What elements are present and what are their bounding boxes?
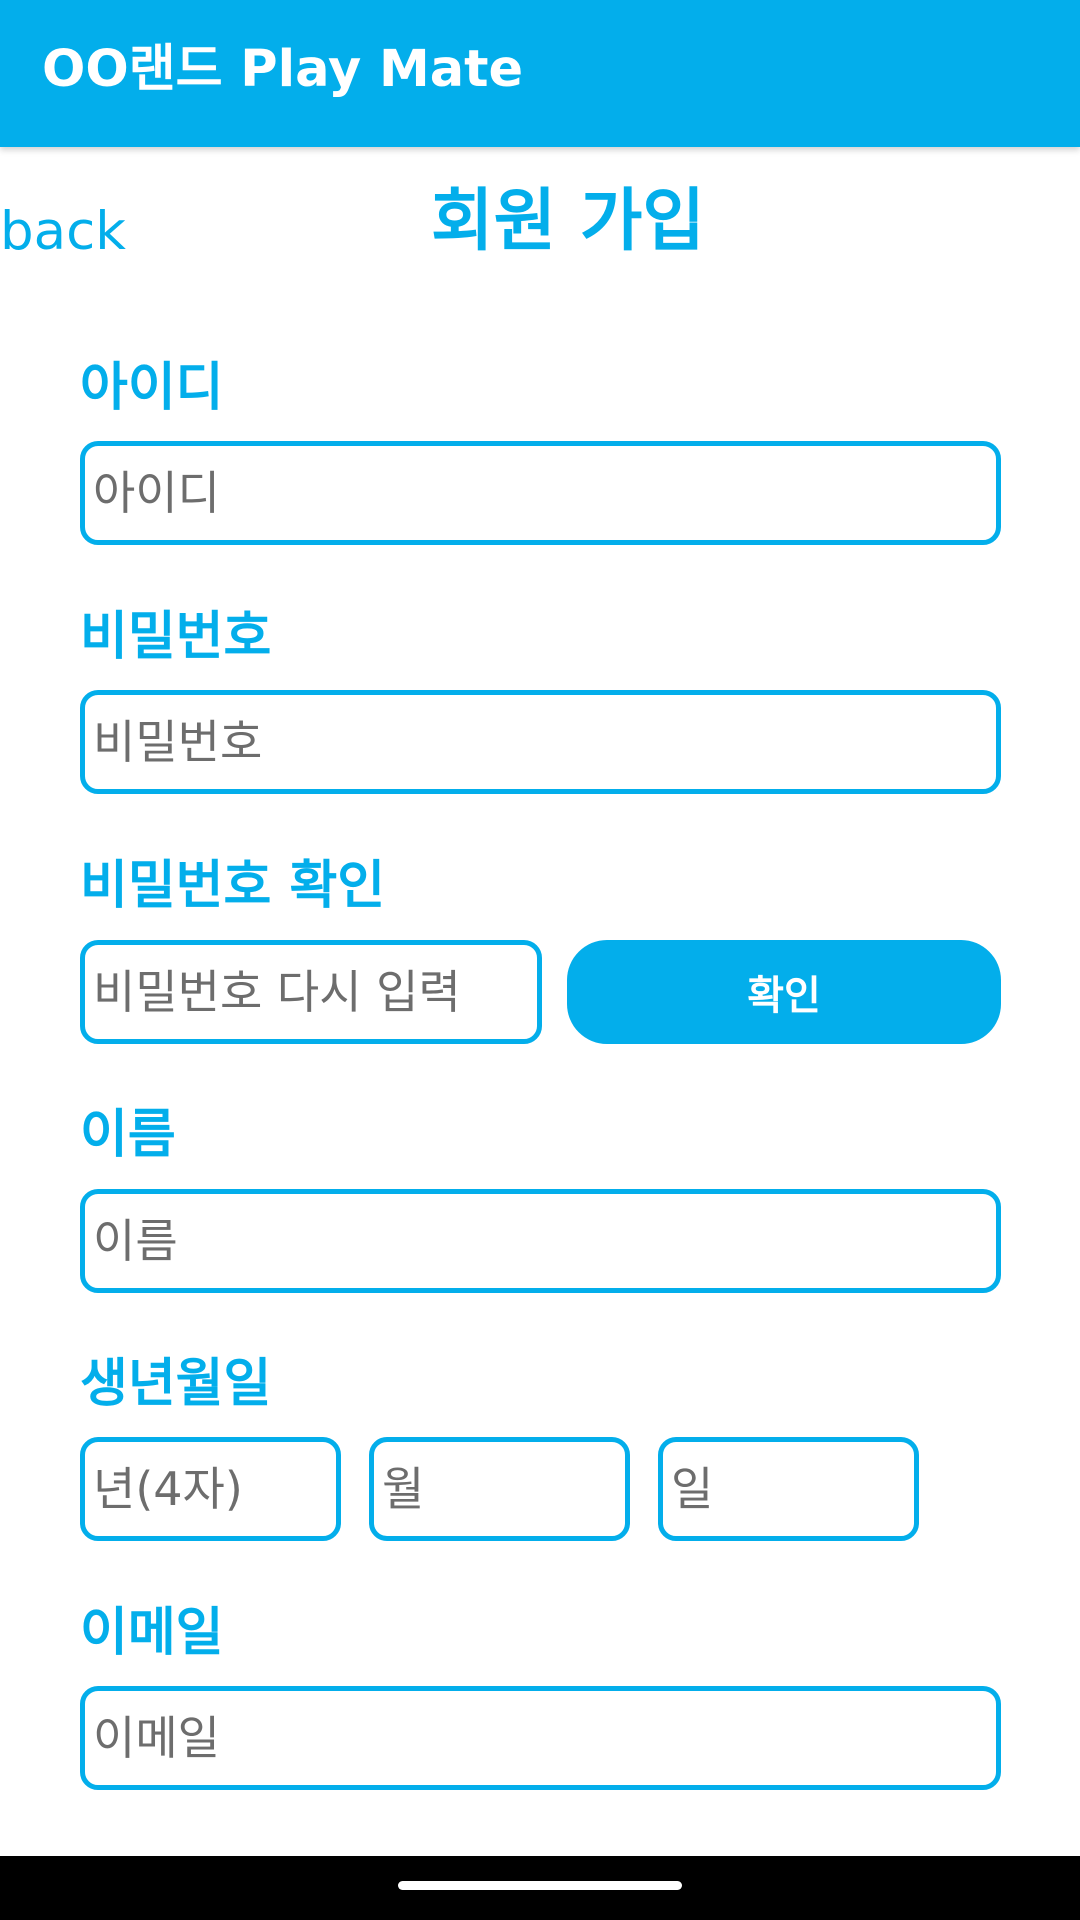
app-bar: OO랜드 Play Mate	[0, 0, 1080, 147]
app-title: OO랜드 Play Mate	[42, 40, 524, 99]
home-indicator[interactable]	[398, 1881, 682, 1890]
password-input[interactable]	[80, 690, 1001, 794]
birth-month-input[interactable]	[369, 1437, 630, 1541]
page-title: 회원 가입	[431, 182, 705, 261]
password-confirm-button[interactable]: 확인	[567, 940, 1001, 1044]
birthdate-label: 생년월일	[80, 1354, 272, 1414]
id-input[interactable]	[80, 441, 1001, 545]
birth-year-input[interactable]	[80, 1437, 341, 1541]
password-confirm-label: 비밀번호 확인	[80, 856, 386, 916]
email-input[interactable]	[80, 1686, 1001, 1790]
name-input[interactable]	[80, 1189, 1001, 1293]
email-label: 이메일	[80, 1603, 224, 1663]
password-label: 비밀번호	[80, 607, 272, 667]
birth-day-input[interactable]	[658, 1437, 919, 1541]
password-confirm-input[interactable]	[80, 940, 542, 1044]
name-label: 이름	[80, 1105, 176, 1165]
id-label: 아이디	[80, 358, 224, 418]
